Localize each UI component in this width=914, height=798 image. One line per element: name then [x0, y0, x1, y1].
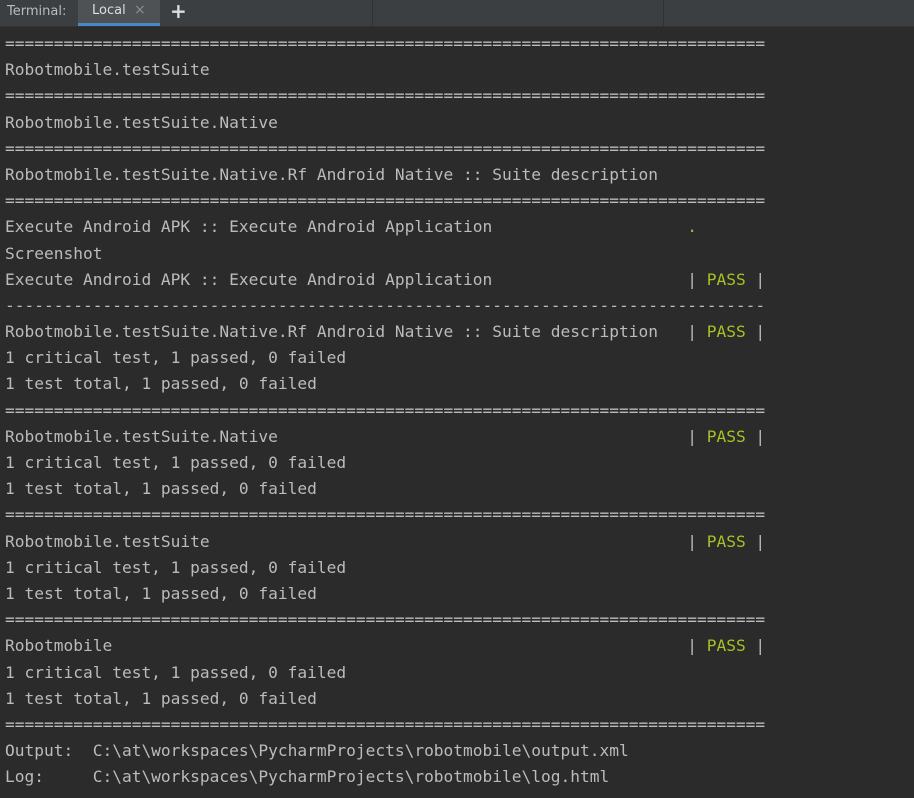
terminal-line: ========================================… — [5, 502, 765, 528]
terminal-line: Robotmobile | PASS | — [5, 633, 765, 659]
status-delimiter: | — [745, 531, 766, 551]
terminal-line-text: Log: C:\at\workspaces\PycharmProjects\ro… — [5, 767, 610, 787]
pass-status: PASS — [706, 322, 746, 342]
terminal-line: Execute Android APK :: Execute Android A… — [5, 214, 765, 240]
terminal-tab-bar: Terminal: Local × + — [0, 0, 914, 27]
terminal-line: ========================================… — [5, 188, 765, 214]
terminal-line-text: Execute Android APK :: Execute Android A… — [5, 269, 707, 289]
tab-bar-divider — [372, 0, 373, 26]
terminal-line-text: Robotmobile | — [5, 636, 707, 656]
terminal-line-text: ========================================… — [5, 505, 766, 525]
terminal-line-text: Robotmobile.testSuite — [5, 60, 210, 80]
terminal-line: Execute Android APK :: Execute Android A… — [5, 267, 765, 293]
terminal-line-text: ========================================… — [5, 400, 766, 420]
terminal-line: ========================================… — [5, 712, 765, 738]
terminal-line-text: ========================================… — [5, 714, 766, 734]
terminal-line: Robotmobile.testSuite.Native — [5, 110, 765, 136]
terminal-line: 1 test total, 1 passed, 0 failed — [5, 371, 765, 397]
tab-local[interactable]: Local × — [78, 0, 160, 26]
close-icon[interactable]: × — [134, 2, 146, 18]
terminal-line-text: ========================================… — [5, 191, 766, 211]
terminal-line-text: 1 critical test, 1 passed, 0 failed — [5, 348, 347, 368]
terminal-line: ========================================… — [5, 398, 765, 424]
terminal-line-text: Robotmobile.testSuite.Native — [5, 112, 278, 132]
terminal-line: 1 test total, 1 passed, 0 failed — [5, 686, 765, 712]
status-delimiter: | — [745, 269, 766, 289]
terminal-line: Robotmobile.testSuite.Native | PASS | — [5, 424, 765, 450]
terminal-line: 1 critical test, 1 passed, 0 failed — [5, 450, 765, 476]
add-tab-icon[interactable]: + — [170, 0, 188, 23]
terminal-line: 1 critical test, 1 passed, 0 failed — [5, 660, 765, 686]
terminal-line-text: Execute Android APK :: Execute Android A… — [5, 217, 688, 237]
terminal-line: Robotmobile.testSuite.Native.Rf Android … — [5, 319, 765, 345]
terminal-line-text: 1 test total, 1 passed, 0 failed — [5, 583, 317, 603]
terminal-line-text: Robotmobile.testSuite.Native.Rf Android … — [5, 164, 658, 184]
terminal-line-text: 1 critical test, 1 passed, 0 failed — [5, 662, 347, 682]
terminal-title-label: Terminal: — [7, 4, 67, 19]
tab-bar-divider — [663, 0, 664, 26]
terminal-line: Robotmobile.testSuite | PASS | — [5, 529, 765, 555]
terminal-line-text: Robotmobile.testSuite | — [5, 531, 707, 551]
terminal-line-text: 1 critical test, 1 passed, 0 failed — [5, 557, 347, 577]
terminal-line: ========================================… — [5, 136, 765, 162]
terminal-line-text: Screenshot — [5, 243, 103, 263]
status-delimiter: | — [745, 636, 766, 656]
terminal-line-text: Output: C:\at\workspaces\PycharmProjects… — [5, 741, 629, 761]
terminal-lines: ========================================… — [5, 31, 765, 790]
pass-status: PASS — [706, 269, 746, 289]
terminal-line-text: 1 test total, 1 passed, 0 failed — [5, 479, 317, 499]
terminal-line-text: 1 critical test, 1 passed, 0 failed — [5, 453, 347, 472]
status-delimiter: | — [745, 322, 766, 342]
progress-dot: . — [687, 217, 697, 237]
terminal-line: ========================================… — [5, 607, 765, 633]
terminal-line-text: ========================================… — [5, 34, 766, 53]
terminal-line-text: Robotmobile.testSuite.Native | — [5, 426, 707, 446]
tab-local-label: Local — [92, 3, 126, 18]
terminal-output[interactable]: ========================================… — [0, 27, 914, 798]
terminal-line: 1 critical test, 1 passed, 0 failed — [5, 555, 765, 581]
terminal-line: Robotmobile.testSuite — [5, 57, 765, 83]
status-delimiter: | — [745, 426, 766, 446]
terminal-line: Robotmobile.testSuite.Native.Rf Android … — [5, 162, 765, 188]
pass-status: PASS — [706, 426, 746, 446]
terminal-line-text: ----------------------------------------… — [5, 295, 766, 315]
terminal-line-text: ========================================… — [5, 138, 766, 158]
terminal-line: ----------------------------------------… — [5, 293, 765, 319]
terminal-line: 1 test total, 1 passed, 0 failed — [5, 476, 765, 502]
terminal-line: Log: C:\at\workspaces\PycharmProjects\ro… — [5, 764, 765, 790]
terminal-line: Screenshot — [5, 241, 765, 267]
terminal-line-text: ========================================… — [5, 86, 766, 106]
terminal-line: ========================================… — [5, 83, 765, 109]
terminal-line-text: Robotmobile.testSuite.Native.Rf Android … — [5, 322, 707, 342]
terminal-line: 1 critical test, 1 passed, 0 failed — [5, 345, 765, 371]
terminal-line: 1 test total, 1 passed, 0 failed — [5, 581, 765, 607]
terminal-line-text: ========================================… — [5, 610, 766, 630]
terminal-line-text: 1 test total, 1 passed, 0 failed — [5, 374, 317, 394]
pass-status: PASS — [706, 531, 746, 551]
terminal-line: Output: C:\at\workspaces\PycharmProjects… — [5, 738, 765, 764]
terminal-line: ========================================… — [5, 31, 765, 57]
pass-status: PASS — [706, 636, 746, 656]
terminal-line-text: 1 test total, 1 passed, 0 failed — [5, 688, 317, 708]
